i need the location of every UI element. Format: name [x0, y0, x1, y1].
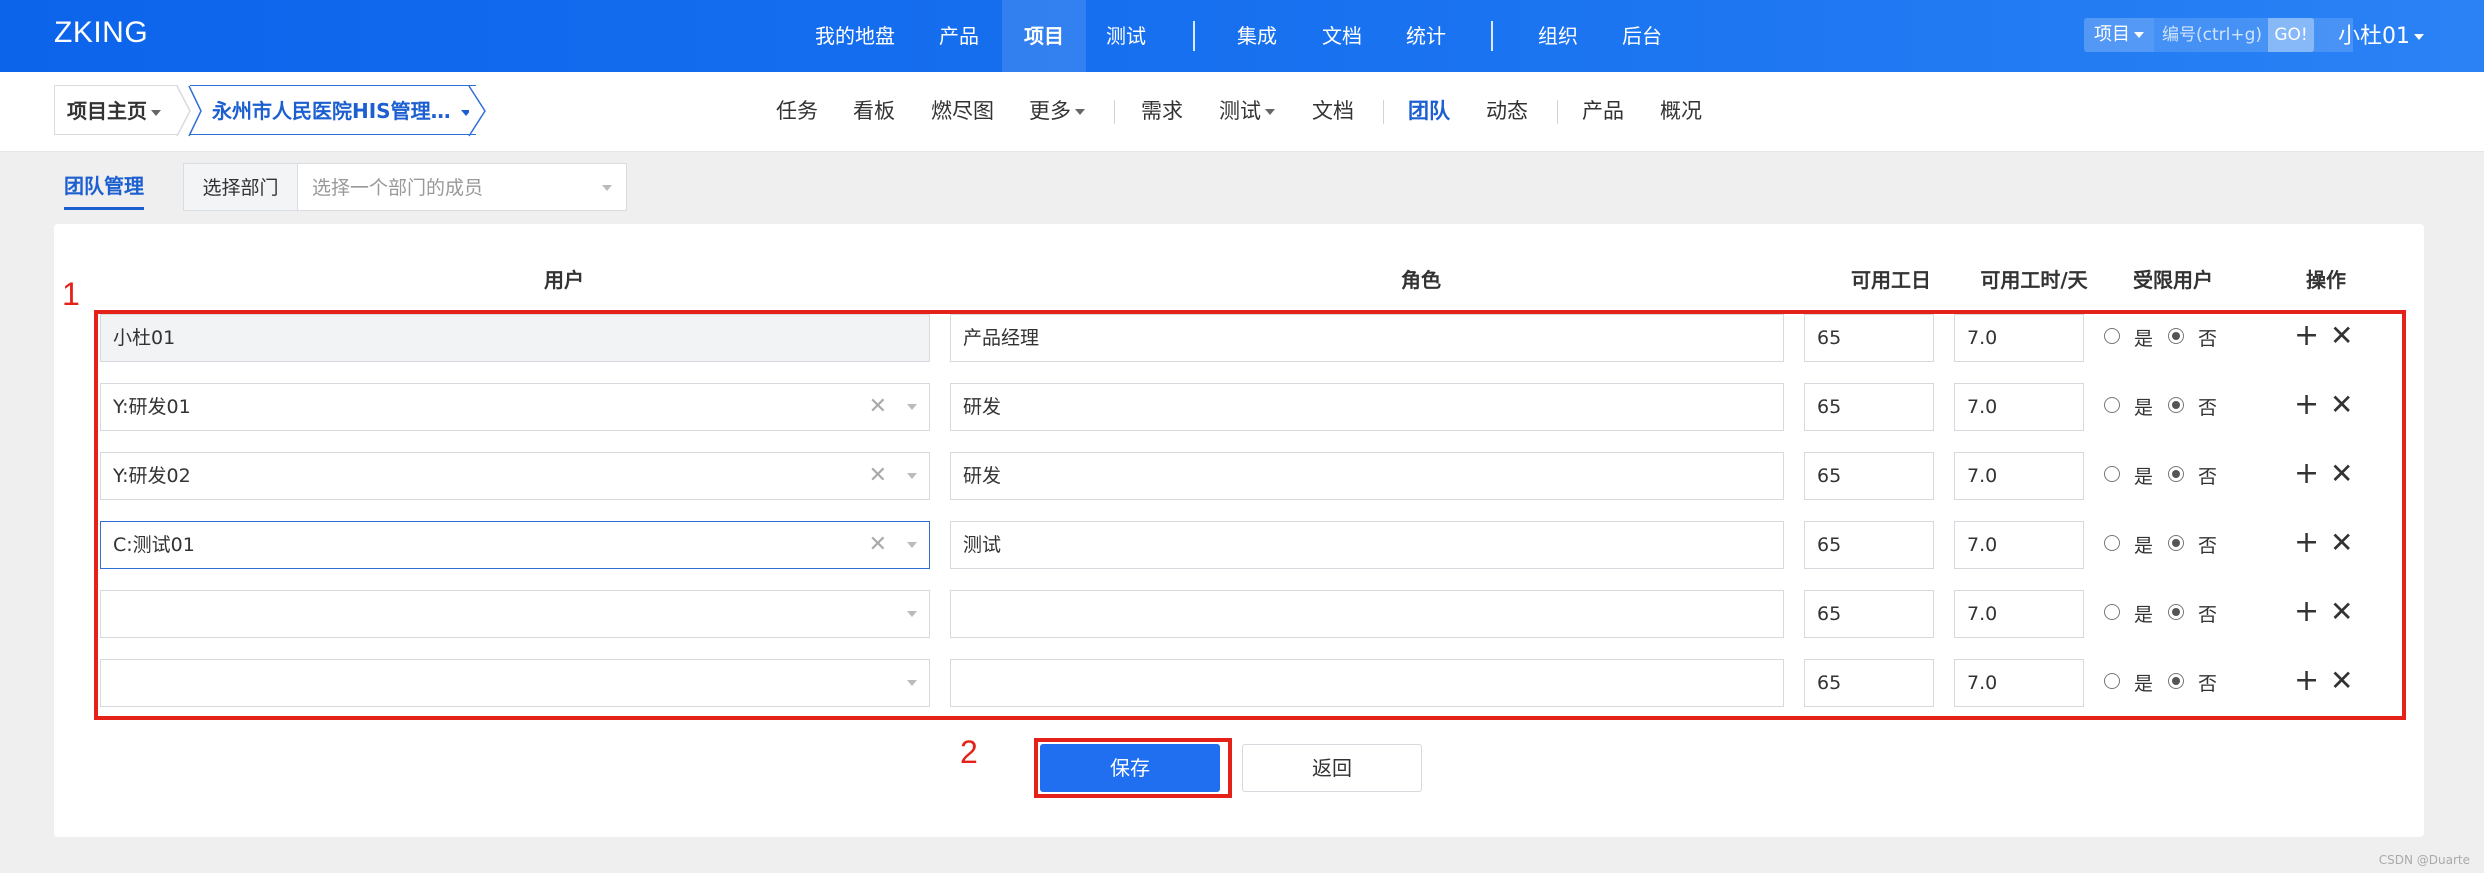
chevron-down-icon — [602, 185, 612, 191]
breadcrumb-project-label: 永州市人民医院HIS管理… — [212, 99, 451, 123]
col-header-user: 用户 — [544, 268, 584, 292]
breadcrumb-project-home[interactable]: 项目主页 — [54, 85, 178, 135]
dept-select-placeholder: 选择一个部门的成员 — [312, 177, 484, 199]
search-type-label: 项目 — [2094, 24, 2130, 45]
dept-select-label: 选择部门 — [183, 163, 298, 211]
user-menu[interactable]: 小杜01 — [2338, 18, 2424, 50]
subnav-more-label: 更多 — [1029, 99, 1071, 123]
subnav-activity[interactable]: 动态 — [1486, 72, 1528, 151]
nav-test[interactable]: 测试 — [1106, 0, 1146, 72]
chevron-down-icon — [2414, 34, 2424, 40]
nav-divider — [1491, 21, 1493, 51]
back-button[interactable]: 返回 — [1242, 744, 1422, 792]
col-header-ops: 操作 — [2306, 268, 2346, 292]
subnav-tasks[interactable]: 任务 — [776, 72, 818, 151]
col-header-hours: 可用工时/天 — [1980, 268, 2088, 292]
subnav-kanban[interactable]: 看板 — [853, 72, 895, 151]
brand-logo[interactable]: ZKING — [54, 16, 148, 50]
subnav-team[interactable]: 团队 — [1408, 72, 1450, 151]
chevron-down-icon — [1265, 109, 1275, 115]
chevron-down-icon — [2134, 32, 2144, 38]
search-go-button[interactable]: GO! — [2268, 18, 2314, 52]
chevron-down-icon — [1075, 109, 1085, 115]
subnav-divider — [1114, 100, 1115, 124]
nav-docs[interactable]: 文档 — [1322, 0, 1362, 72]
watermark: CSDN @Duarte — [2378, 853, 2470, 867]
annotation-number-1: 1 — [62, 276, 80, 312]
nav-product[interactable]: 产品 — [939, 0, 979, 72]
nav-admin[interactable]: 后台 — [1622, 0, 1662, 72]
col-header-limited: 受限用户 — [2133, 268, 2213, 292]
project-subnav: 项目主页 永州市人民医院HIS管理… 任务 看板 燃尽图 更多 需求 测试 文档… — [0, 72, 2484, 152]
nav-integration[interactable]: 集成 — [1237, 0, 1277, 72]
subnav-docs[interactable]: 文档 — [1312, 72, 1354, 151]
breadcrumb-project[interactable]: 永州市人民医院HIS管理… — [190, 85, 476, 135]
subnav-divider — [1383, 100, 1384, 124]
col-header-days: 可用工日 — [1851, 268, 1931, 292]
breadcrumb-arrow-icon — [468, 85, 486, 137]
nav-org[interactable]: 组织 — [1538, 0, 1578, 72]
subnav-test-label: 测试 — [1219, 99, 1261, 123]
save-button[interactable]: 保存 — [1040, 744, 1220, 792]
chevron-down-icon — [151, 109, 161, 116]
annotation-number-2: 2 — [960, 734, 978, 770]
user-name: 小杜01 — [2338, 24, 2410, 49]
team-panel: 用户 角色 可用工日 可用工时/天 受限用户 操作 小杜01 产品经理 65 7.0 是… — [54, 224, 2424, 837]
dept-select[interactable]: 选择一个部门的成员 — [297, 163, 627, 211]
subnav-more[interactable]: 更多 — [1029, 72, 1085, 151]
subnav-product[interactable]: 产品 — [1582, 72, 1624, 151]
nav-divider — [1193, 21, 1195, 51]
subnav-test[interactable]: 测试 — [1219, 72, 1275, 151]
search-type-select[interactable]: 项目 — [2084, 18, 2154, 52]
subnav-requirements[interactable]: 需求 — [1141, 72, 1183, 151]
nav-stats[interactable]: 统计 — [1406, 0, 1446, 72]
subnav-divider — [1557, 100, 1558, 124]
annotation-box-1 — [94, 310, 2406, 720]
tab-team-management[interactable]: 团队管理 — [64, 170, 144, 210]
subnav-burndown[interactable]: 燃尽图 — [931, 72, 994, 151]
nav-my-dashboard[interactable]: 我的地盘 — [815, 0, 895, 72]
col-header-role: 角色 — [1401, 268, 1441, 292]
subnav-overview[interactable]: 概况 — [1660, 72, 1702, 151]
search-input[interactable] — [2154, 18, 2353, 52]
top-navbar: ZKING 我的地盘 产品 项目 测试 集成 文档 统计 组织 后台 项目 GO… — [0, 0, 2484, 72]
breadcrumb-home-label: 项目主页 — [67, 99, 147, 123]
nav-project[interactable]: 项目 — [1002, 0, 1086, 72]
